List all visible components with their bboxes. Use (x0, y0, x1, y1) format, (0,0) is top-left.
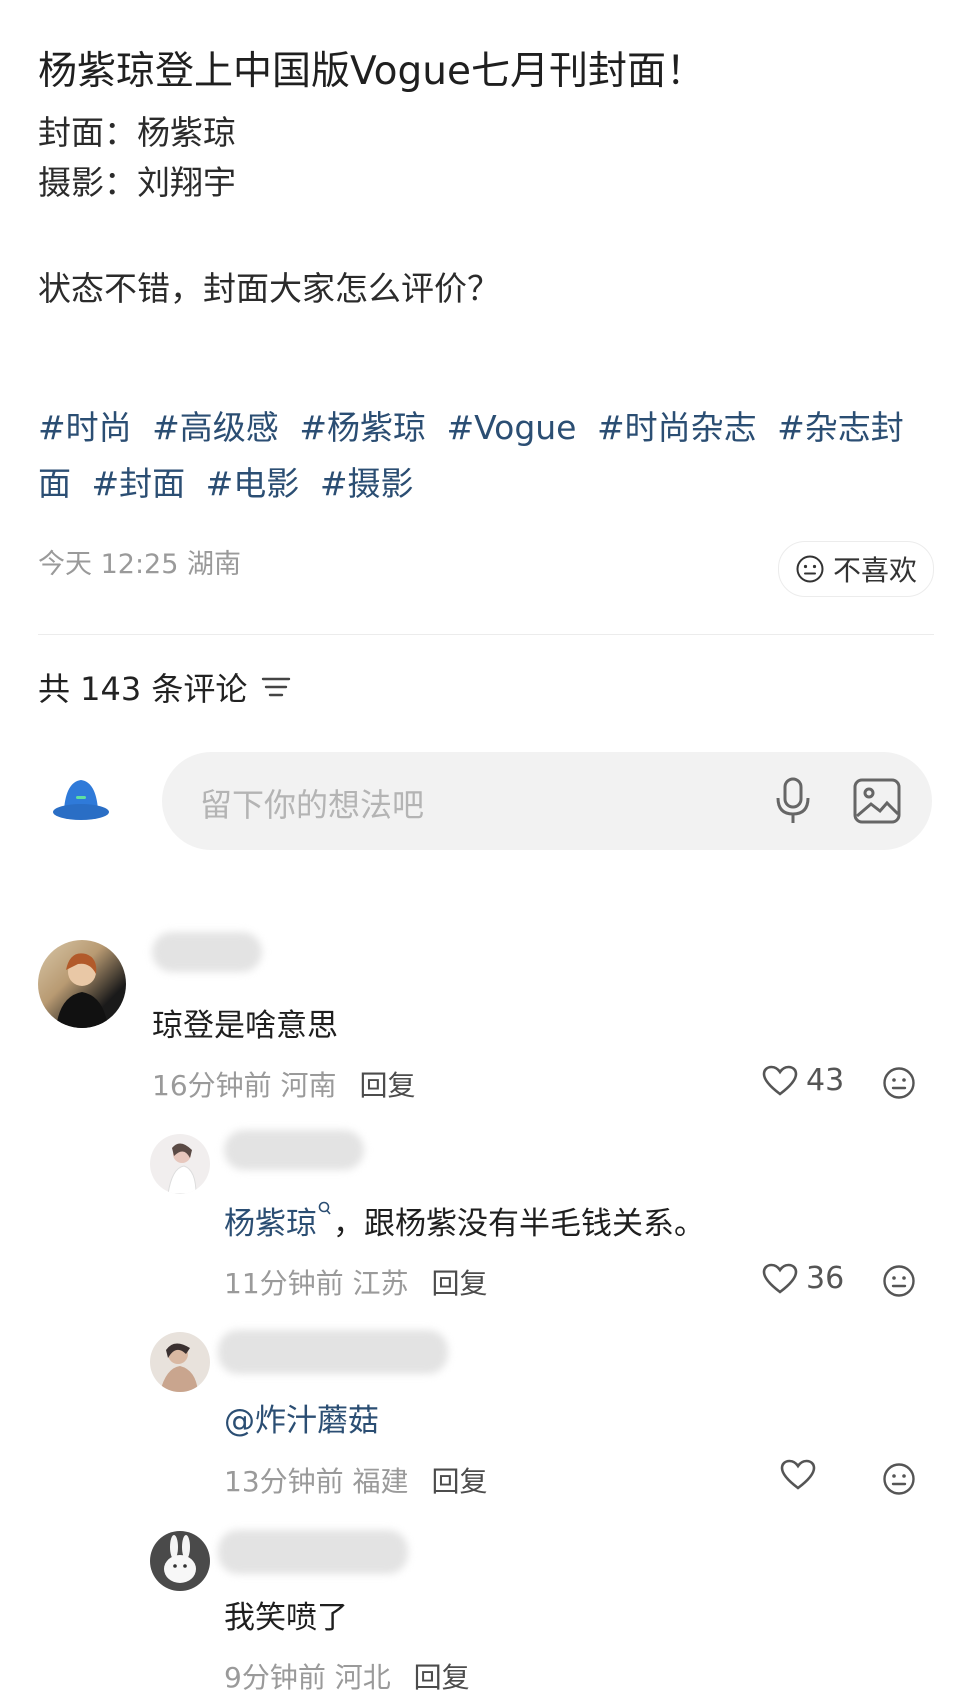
comment-meta: 13分钟前 福建 回复 (224, 1460, 487, 1500)
dislike-label: 不喜欢 (832, 554, 917, 587)
username-redacted (224, 1130, 364, 1170)
image-icon[interactable] (852, 776, 902, 826)
comment-meta: 9分钟前 河北 回复 (224, 1656, 470, 1696)
tag-list: #时尚 #高级感 #杨紫琼 #Vogue #时尚杂志 #杂志封面 #封面 #电影… (38, 400, 938, 512)
neutral-face-icon[interactable] (882, 1066, 916, 1100)
comment-time: 13分钟前 (224, 1465, 344, 1498)
comment-count: 共 143 条评论 (38, 670, 248, 708)
comment-time: 9分钟前 (224, 1661, 326, 1694)
my-avatar-bucket-hat-icon[interactable] (50, 770, 112, 828)
microphone-icon[interactable] (772, 776, 814, 826)
tag-link[interactable]: #Vogue (446, 408, 576, 447)
reply-button[interactable]: 回复 (414, 1661, 470, 1694)
comment-text: 杨紫琼 ，跟杨紫没有半毛钱关系。 (224, 1198, 705, 1243)
avatar-photo-icon (167, 1143, 197, 1194)
tag-link[interactable]: #时尚杂志 (597, 408, 757, 447)
dislike-button[interactable]: 不喜欢 (777, 541, 934, 597)
comment-text: 琼登是啥意思 (152, 1008, 338, 1044)
like-button[interactable]: 43 (762, 1063, 844, 1098)
like-button[interactable] (780, 1459, 824, 1491)
like-count: 36 (806, 1261, 845, 1296)
comment-input[interactable]: 留下你的想法吧 (162, 752, 932, 850)
reply-avatar[interactable] (150, 1332, 210, 1392)
post-body: 状态不错，封面大家怎么评价？ (38, 269, 500, 308)
tag-link[interactable]: #时尚 (38, 408, 132, 447)
tag-link[interactable]: #摄影 (320, 464, 414, 503)
comment-time: 16分钟前 (152, 1069, 272, 1102)
comment-location: 河北 (334, 1661, 391, 1694)
heart-icon (780, 1459, 816, 1490)
commenter-avatar[interactable] (38, 940, 126, 1028)
search-icon (318, 1201, 331, 1215)
reply-button[interactable]: 回复 (359, 1069, 415, 1102)
rabbit-avatar-icon (164, 1535, 196, 1583)
photo-credit: 摄影：刘翔宇 (38, 163, 236, 202)
tag-link[interactable]: #杨紫琼 (299, 408, 426, 447)
neutral-face-icon[interactable] (882, 1264, 916, 1298)
comment-meta: 16分钟前 河南 回复 (152, 1064, 415, 1104)
comment-location: 福建 (352, 1465, 409, 1498)
post-time-location: 今天 12:25 湖南 (38, 549, 241, 580)
comment-location: 江苏 (352, 1267, 409, 1300)
comment-location: 河南 (280, 1069, 337, 1102)
reply-avatar[interactable] (150, 1531, 210, 1591)
post-title: 杨紫琼登上中国版Vogue七月刊封面！ (38, 49, 705, 94)
comment-time: 11分钟前 (224, 1267, 344, 1300)
mention-link[interactable]: @炸汁蘑菇 (224, 1395, 379, 1440)
neutral-face-icon[interactable] (882, 1462, 916, 1496)
tag-link[interactable]: #高级感 (152, 408, 279, 447)
tag-link[interactable]: #封面 (92, 464, 186, 503)
username-redacted (218, 1530, 408, 1574)
neutral-face-icon (796, 555, 824, 583)
reply-button[interactable]: 回复 (431, 1465, 487, 1498)
reply-button[interactable]: 回复 (431, 1267, 487, 1300)
heart-icon (762, 1263, 798, 1294)
heart-icon (762, 1065, 798, 1096)
username-redacted (152, 932, 262, 972)
comment-count-header: 共 143 条评论 (38, 664, 291, 710)
comment-text: 我笑喷了 (224, 1600, 348, 1636)
comment-meta: 11分钟前 江苏 回复 (224, 1262, 487, 1302)
username-redacted (218, 1330, 448, 1374)
like-count: 43 (806, 1063, 845, 1098)
sort-icon[interactable] (261, 674, 291, 700)
comment-body: ，跟杨紫没有半毛钱关系。 (333, 1206, 705, 1242)
avatar-photo-icon (160, 1343, 198, 1392)
avatar-photo-icon (56, 953, 108, 1028)
divider (38, 634, 934, 635)
reply-avatar[interactable] (150, 1134, 210, 1194)
mention-link[interactable]: 杨紫琼 (224, 1206, 317, 1242)
tag-link[interactable]: #电影 (206, 464, 300, 503)
comment-input-placeholder: 留下你的想法吧 (200, 786, 425, 824)
cover-credit: 封面：杨紫琼 (38, 113, 236, 152)
like-button[interactable]: 36 (762, 1261, 844, 1296)
